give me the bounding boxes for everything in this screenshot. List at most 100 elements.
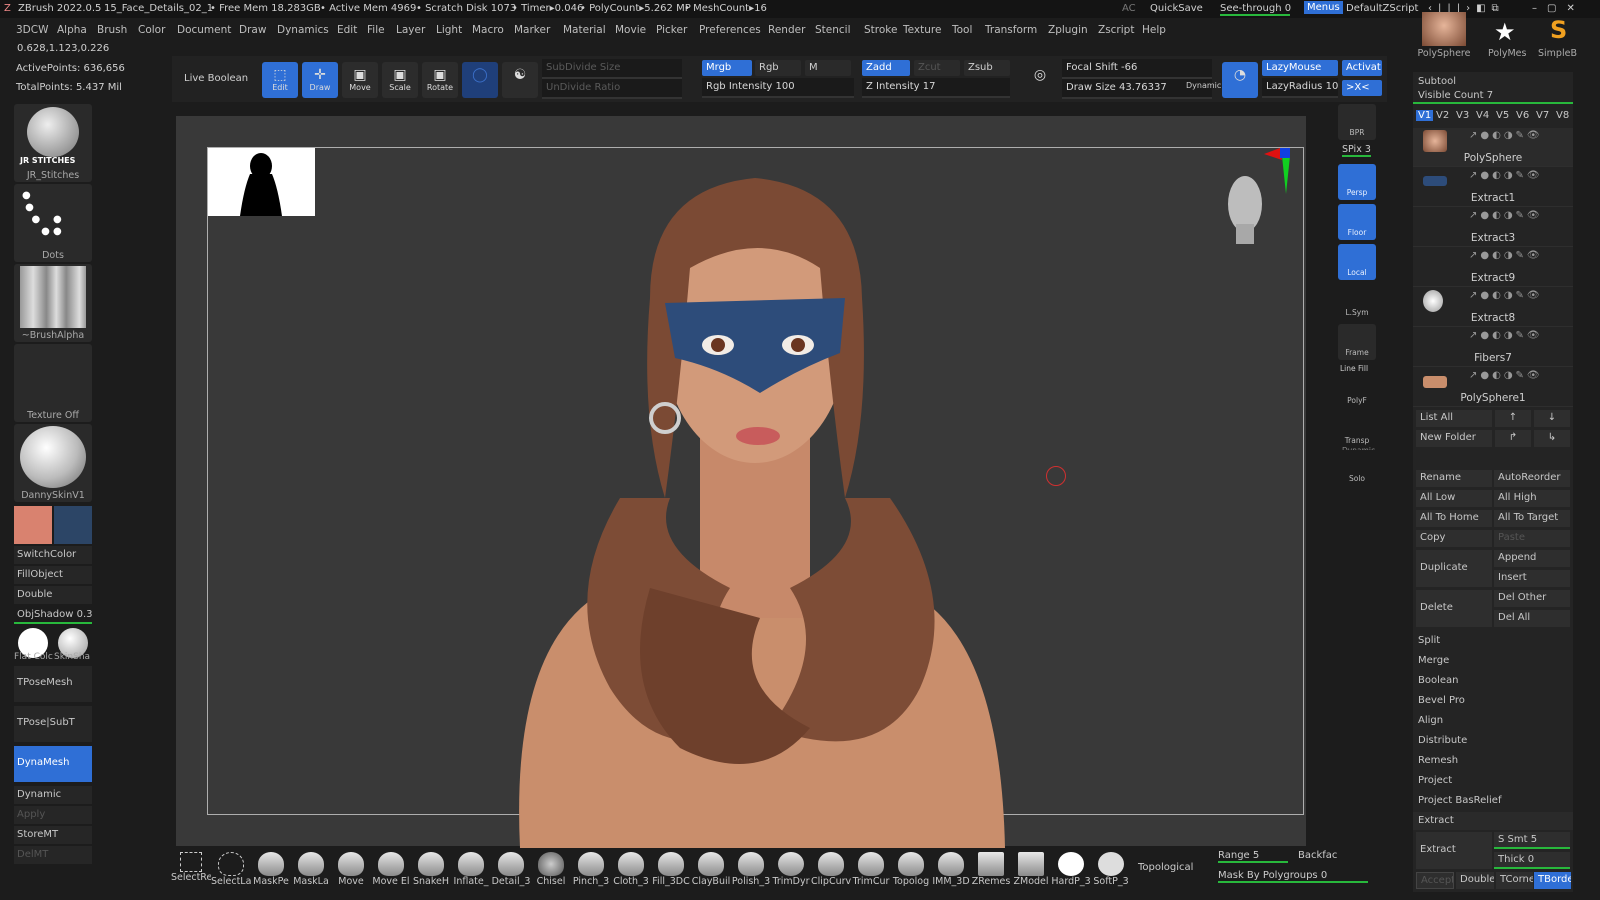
frame-button[interactable]: Frame: [1338, 324, 1376, 360]
all-to-target-button[interactable]: All To Target: [1494, 510, 1570, 527]
version-tab-v7[interactable]: V7: [1536, 110, 1549, 121]
copy-button[interactable]: Copy: [1416, 530, 1492, 547]
persp-button[interactable]: Persp: [1338, 164, 1376, 200]
all-high-button[interactable]: All High: [1494, 490, 1570, 507]
all-low-button[interactable]: All Low: [1416, 490, 1492, 507]
bevel-pro-section[interactable]: Bevel Pro: [1413, 692, 1573, 710]
menu-3dcw[interactable]: 3DCW: [16, 24, 48, 36]
menu-draw[interactable]: Draw: [239, 24, 266, 36]
brush-detail[interactable]: Detail_3: [492, 848, 530, 894]
brush-move-elastic[interactable]: Move El: [372, 848, 410, 894]
dynamic-size-button[interactable]: Dynamic: [1186, 81, 1221, 90]
brush-cloth[interactable]: Cloth_3: [612, 848, 650, 894]
subtool-visibility-icons[interactable]: ↗●◐◑✎👁: [1469, 170, 1543, 181]
seethrough-slider[interactable]: See-through 0: [1220, 3, 1291, 16]
new-folder-button[interactable]: New Folder: [1416, 430, 1492, 447]
brush-zremesher[interactable]: ZRemes: [972, 848, 1010, 894]
autoreorder-button[interactable]: AutoReorder: [1494, 470, 1570, 487]
rgb-button[interactable]: Rgb: [755, 60, 801, 76]
switchcolor-button[interactable]: SwitchColor: [14, 546, 92, 564]
quicksave-button[interactable]: QuickSave: [1150, 3, 1203, 14]
spix-slider[interactable]: SPix 3: [1342, 144, 1371, 157]
subtool-header[interactable]: Subtool: [1413, 76, 1573, 90]
menu-picker[interactable]: Picker: [656, 24, 687, 36]
remesh-section[interactable]: Remesh: [1413, 752, 1573, 770]
objshadow-slider[interactable]: ObjShadow 0.3: [14, 606, 92, 624]
append-button[interactable]: Append: [1494, 550, 1570, 567]
menu-texture[interactable]: Texture: [903, 24, 941, 36]
subtool-visibility-icons[interactable]: ↗●◐◑✎👁: [1469, 250, 1543, 261]
brush-selectlasso[interactable]: SelectLa: [211, 848, 251, 894]
del-all-button[interactable]: Del All: [1494, 610, 1570, 627]
menu-document[interactable]: Document: [177, 24, 231, 36]
scale-button[interactable]: ▣ Scale: [382, 62, 418, 98]
fillobject-button[interactable]: FillObject: [14, 566, 92, 584]
polysphere-tool-thumb[interactable]: [1422, 12, 1466, 46]
distribute-section[interactable]: Distribute: [1413, 732, 1573, 750]
brush-move[interactable]: Move: [332, 848, 370, 894]
version-tab-v4[interactable]: V4: [1476, 110, 1489, 121]
version-tab-v6[interactable]: V6: [1516, 110, 1529, 121]
boolean-section[interactable]: Boolean: [1413, 672, 1573, 690]
polymesh-star-icon[interactable]: ★: [1494, 18, 1516, 46]
brush-inflate[interactable]: Inflate_: [452, 848, 490, 894]
menu-zplugin[interactable]: Zplugin: [1048, 24, 1088, 36]
subdivide-size-slider[interactable]: SubDivide Size: [542, 59, 682, 79]
range-slider[interactable]: Range 5: [1218, 850, 1288, 863]
all-to-home-button[interactable]: All To Home: [1416, 510, 1492, 527]
menu-transform[interactable]: Transform: [985, 24, 1037, 36]
brush-thumbnail[interactable]: JR STITCHES JR_Stitches: [14, 104, 92, 182]
move-button[interactable]: ▣ Move: [342, 62, 378, 98]
solo-button[interactable]: Solo: [1338, 450, 1376, 486]
brush-snakehook[interactable]: SnakeH: [412, 848, 450, 894]
ac-label[interactable]: AC: [1122, 3, 1136, 14]
s-smt-slider[interactable]: S Smt 5: [1494, 832, 1570, 849]
brush-polish[interactable]: Polish_3: [732, 848, 770, 894]
brush-hardpolish[interactable]: HardP_3: [1051, 848, 1091, 894]
menu-marker[interactable]: Marker: [514, 24, 550, 36]
simplebrush-s-icon[interactable]: S: [1550, 16, 1567, 44]
version-tab-v8[interactable]: V8: [1556, 110, 1569, 121]
texture-thumbnail[interactable]: Texture Off: [14, 344, 92, 422]
sphere-mode-button[interactable]: ◯: [462, 62, 498, 98]
folder-arrow-icon[interactable]: ↱: [1495, 430, 1531, 447]
brush-claybuildup[interactable]: ClayBuil: [692, 848, 730, 894]
edit-button[interactable]: ⬚ Edit: [262, 62, 298, 98]
m-button[interactable]: M: [805, 60, 851, 76]
brush-fill[interactable]: Fill_3DC: [652, 848, 690, 894]
menu-alpha[interactable]: Alpha: [57, 24, 87, 36]
version-tab-v3[interactable]: V3: [1456, 110, 1469, 121]
brush-trimcurve[interactable]: TrimCur: [852, 848, 890, 894]
split-section[interactable]: Split: [1413, 632, 1573, 650]
brush-pinch[interactable]: Pinch_3: [572, 848, 610, 894]
zcut-button[interactable]: Zcut: [914, 60, 960, 76]
menu-brush[interactable]: Brush: [97, 24, 127, 36]
menu-render[interactable]: Render: [768, 24, 805, 36]
z-intensity-slider[interactable]: Z Intensity 17: [862, 78, 1010, 98]
folder-enter-icon[interactable]: ↳: [1534, 430, 1570, 447]
bpr-button[interactable]: BPR: [1338, 104, 1376, 140]
brush-clipcurve[interactable]: ClipCurv: [811, 848, 851, 894]
subtool-item[interactable]: ↗●◐◑✎👁 Extract1: [1413, 168, 1573, 207]
subtool-visibility-icons[interactable]: ↗●◐◑✎👁: [1469, 290, 1543, 301]
subtool-item[interactable]: ↗●◐◑✎👁 PolySphere: [1413, 128, 1573, 167]
menu-layer[interactable]: Layer: [396, 24, 425, 36]
menu-macro[interactable]: Macro: [472, 24, 504, 36]
tposemesh-button[interactable]: TPoseMesh: [14, 666, 92, 702]
alpha-thumbnail[interactable]: ~BrushAlpha: [14, 264, 92, 342]
subtool-visibility-icons[interactable]: ↗●◐◑✎👁: [1469, 210, 1543, 221]
subtool-visibility-icons[interactable]: ↗●◐◑✎👁: [1469, 330, 1543, 341]
delmt-button[interactable]: DelMT: [14, 846, 92, 864]
lazymouse-button[interactable]: LazyMouse: [1262, 60, 1338, 76]
brush-topology[interactable]: Topolog: [892, 848, 930, 894]
secondary-color-swatch[interactable]: [54, 506, 92, 544]
insert-button[interactable]: Insert: [1494, 570, 1570, 587]
extract-button[interactable]: Extract: [1416, 832, 1492, 869]
material-thumbnail[interactable]: DannySkinV1: [14, 424, 92, 502]
activate-symmetry-button[interactable]: Activat: [1342, 60, 1382, 76]
subtool-item[interactable]: ↗●◐◑✎👁 Fibers7: [1413, 328, 1573, 367]
zsub-button[interactable]: Zsub: [964, 60, 1010, 76]
menu-stroke[interactable]: Stroke: [864, 24, 897, 36]
menus-button[interactable]: Menus: [1304, 1, 1343, 14]
lazyradius-slider[interactable]: LazyRadius 100: [1262, 78, 1338, 98]
